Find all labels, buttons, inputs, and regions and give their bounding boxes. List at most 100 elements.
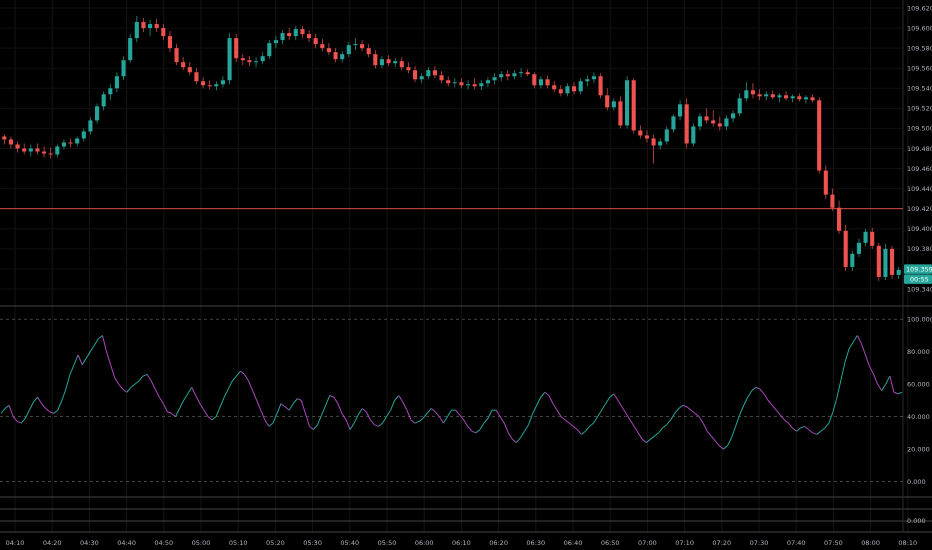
candle-body: [114, 76, 119, 89]
candle-body: [55, 146, 60, 155]
candle-body: [459, 82, 464, 86]
candle-body: [88, 120, 93, 132]
price-tick-label: 109.540: [907, 85, 932, 93]
candle-body: [691, 126, 696, 144]
price-tick-label: 109.380: [907, 245, 932, 253]
oscillator-tick-label: 40.000: [907, 413, 930, 421]
candle-body: [326, 48, 331, 53]
candle-body: [591, 76, 596, 80]
candle-body: [353, 44, 358, 46]
candle-body: [393, 61, 398, 64]
time-tick-label: 08:00: [861, 539, 880, 547]
candle-body: [227, 38, 232, 81]
candle-body: [823, 170, 828, 195]
candlestick-chart[interactable]: 109.620 109.600 109.580 109.560 109.540 109.5…: [0, 0, 932, 550]
candle-body: [346, 45, 351, 55]
candle-body: [68, 142, 73, 144]
candle-body: [684, 104, 689, 144]
oscillator-tick-label: 60.000: [907, 380, 930, 388]
candle-body: [784, 95, 789, 99]
time-tick-label: 06:20: [489, 539, 508, 547]
candle-body: [578, 81, 583, 92]
candle-body: [101, 94, 106, 107]
candle-body: [267, 43, 272, 57]
candle-body: [366, 48, 371, 55]
candle-body: [214, 84, 219, 87]
price-tick-label: 109.460: [907, 165, 932, 173]
candle-body: [95, 106, 100, 121]
candle-body: [128, 38, 133, 61]
candle-body: [320, 44, 325, 49]
candle-body: [419, 76, 424, 80]
candle-body: [538, 79, 543, 86]
last-price-tag: 109.359: [906, 266, 932, 274]
candle-body: [678, 104, 683, 117]
time-tick-label: 07:10: [675, 539, 694, 547]
candle-body: [108, 88, 113, 95]
candle-body: [803, 97, 808, 100]
candle-body: [572, 86, 577, 92]
candle-body: [466, 84, 471, 86]
candle-body: [644, 135, 649, 139]
time-tick-label: 05:40: [340, 539, 359, 547]
candle-body: [519, 72, 524, 74]
candle-body: [413, 70, 418, 80]
candle-body: [757, 94, 762, 97]
candle-body: [187, 67, 192, 73]
candle-body: [890, 248, 895, 275]
candle-body: [512, 73, 517, 77]
candle-body: [750, 90, 755, 95]
lower-panel-tick-label: 0.000: [907, 517, 926, 525]
candle-body: [664, 129, 669, 142]
candle-body: [499, 74, 504, 78]
price-tick-label: 109.560: [907, 65, 932, 73]
time-tick-label: 06:00: [415, 539, 434, 547]
time-tick-label: 06:50: [601, 539, 620, 547]
oscillator-tick-label: 80.000: [907, 348, 930, 356]
candle-body: [134, 22, 139, 39]
candle-body: [15, 144, 20, 149]
candle-body: [360, 44, 365, 49]
candle-body: [797, 96, 802, 100]
time-tick-label: 05:00: [192, 539, 211, 547]
candle-body: [711, 120, 716, 124]
candle-body: [75, 138, 80, 144]
time-tick-label: 05:50: [378, 539, 397, 547]
candle-body: [744, 90, 749, 99]
time-tick-label: 04:20: [43, 539, 62, 547]
price-tick-label: 109.520: [907, 105, 932, 113]
time-tick-label: 04:50: [154, 539, 173, 547]
candle-body: [724, 118, 729, 127]
candle-body: [8, 139, 13, 145]
candle-body: [565, 86, 570, 94]
candle-body: [777, 95, 782, 98]
candle-body: [287, 33, 292, 37]
candle-body: [452, 82, 457, 84]
time-tick-label: 05:20: [266, 539, 285, 547]
time-tick-label: 07:30: [750, 539, 769, 547]
price-axis: 109.620 109.600 109.580 109.560 109.540 109.5…: [907, 4, 932, 293]
candle-body: [625, 80, 630, 126]
candle-body: [843, 230, 848, 267]
price-tick-label: 109.340: [907, 285, 932, 293]
candle-body: [558, 89, 563, 94]
candle-body: [280, 33, 285, 41]
candle-body: [837, 207, 842, 231]
candle-body: [379, 59, 384, 66]
candle-body: [810, 97, 815, 101]
price-tick-label: 109.400: [907, 225, 932, 233]
candle-body: [240, 58, 245, 61]
candle-body: [585, 79, 590, 82]
candle-body: [605, 95, 610, 108]
candle-body: [618, 101, 623, 126]
candle-body: [373, 54, 378, 66]
price-tick-label: 109.480: [907, 145, 932, 153]
candle-body: [406, 67, 411, 71]
candle-body: [671, 116, 676, 130]
time-tick-label: 04:30: [80, 539, 99, 547]
candle-body: [552, 85, 557, 90]
oscillator-tick-label: 100.000: [907, 316, 932, 324]
candle-body: [260, 56, 265, 62]
candle-body: [631, 80, 636, 131]
candle-body: [790, 96, 795, 99]
